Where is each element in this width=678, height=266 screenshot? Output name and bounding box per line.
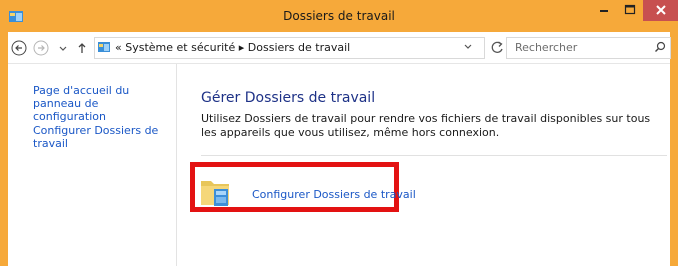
sidebar-item-control-panel-home[interactable]: Page d'accueil du panneau de configurati… bbox=[33, 84, 173, 123]
back-arrow-icon[interactable] bbox=[11, 40, 27, 56]
navigation-bar: « Système et sécurité ▸ Dossiers de trav… bbox=[8, 32, 671, 64]
chevron-down-icon[interactable] bbox=[463, 42, 473, 52]
page-title: Gérer Dossiers de travail bbox=[201, 90, 376, 106]
breadcrumb[interactable]: « Système et sécurité ▸ Dossiers de trav… bbox=[115, 41, 350, 54]
refresh-icon[interactable] bbox=[486, 37, 508, 59]
sidebar: Page d'accueil du panneau de configurati… bbox=[8, 64, 177, 266]
minimize-icon bbox=[600, 10, 608, 12]
minimize-button[interactable] bbox=[591, 0, 617, 21]
up-arrow-icon[interactable] bbox=[74, 40, 90, 56]
maximize-button[interactable] bbox=[617, 0, 643, 21]
address-bar[interactable]: « Système et sécurité ▸ Dossiers de trav… bbox=[94, 37, 485, 59]
divider bbox=[201, 155, 667, 156]
configure-work-folders-link[interactable]: Configurer Dossiers de travail bbox=[252, 188, 416, 201]
close-icon bbox=[655, 5, 666, 15]
close-button[interactable] bbox=[643, 0, 678, 21]
search-placeholder: Rechercher bbox=[515, 41, 578, 54]
chevron-down-icon[interactable] bbox=[55, 40, 71, 56]
control-panel-icon bbox=[98, 42, 110, 52]
maximize-icon bbox=[624, 4, 636, 15]
window-title: Dossiers de travail bbox=[283, 9, 395, 23]
forward-arrow-icon[interactable] bbox=[33, 40, 49, 56]
main-content: Gérer Dossiers de travail Utilisez Dossi… bbox=[177, 64, 670, 266]
window: Dossiers de travail « Système et sécurit… bbox=[0, 0, 678, 266]
title-bar: Dossiers de travail bbox=[0, 0, 678, 32]
search-input[interactable]: Rechercher bbox=[506, 37, 671, 59]
work-folders-icon[interactable] bbox=[200, 175, 234, 207]
page-description: Utilisez Dossiers de travail pour rendre… bbox=[201, 112, 651, 139]
sidebar-item-configure-work-folders[interactable]: Configurer Dossiers de travail bbox=[33, 124, 173, 150]
search-icon[interactable] bbox=[654, 41, 666, 53]
